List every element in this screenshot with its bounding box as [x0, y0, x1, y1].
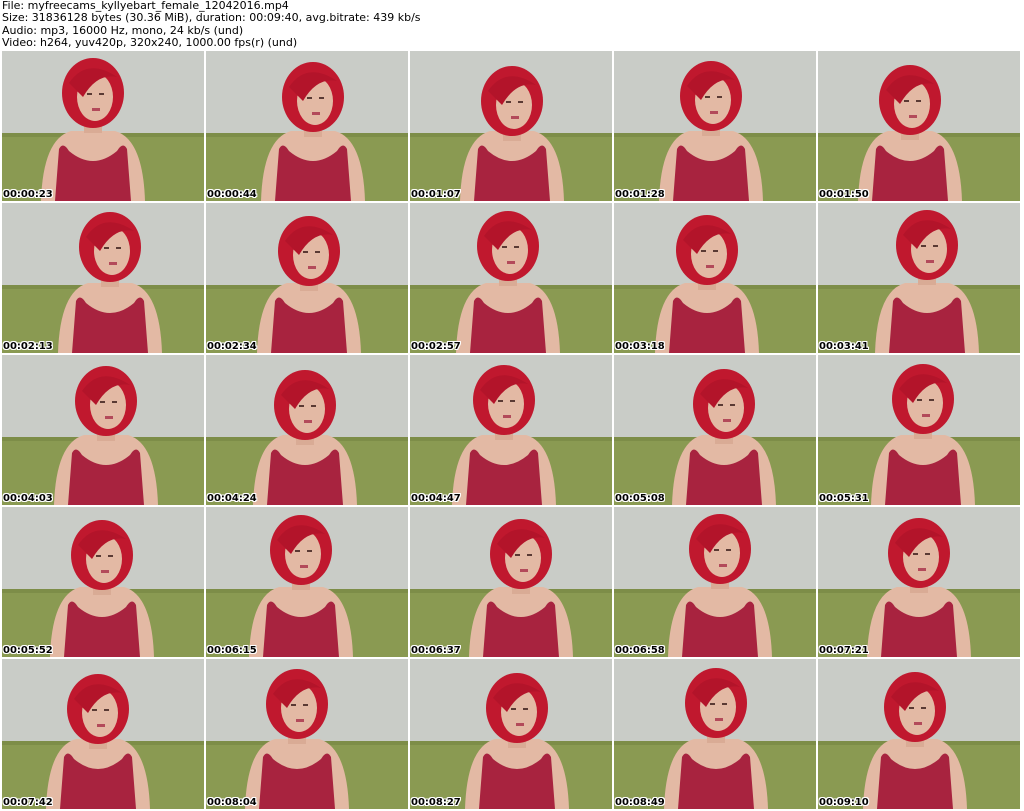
timestamp-label: 00:05:31 — [819, 493, 869, 504]
video-thumbnail: 00:02:34 — [206, 203, 408, 353]
timestamp-label: 00:02:34 — [207, 341, 257, 352]
video-thumbnail: 00:08:49 — [614, 659, 816, 809]
timestamp-label: 00:07:21 — [819, 645, 869, 656]
timestamp-label: 00:07:42 — [3, 797, 53, 808]
timestamp-label: 00:06:58 — [615, 645, 665, 656]
timestamp-label: 00:06:37 — [411, 645, 461, 656]
video-info-line: Video: h264, yuv420p, 320x240, 1000.00 f… — [2, 36, 298, 50]
frame-image — [410, 507, 612, 657]
frame-image — [818, 355, 1020, 505]
video-thumbnail: 00:01:07 — [410, 51, 612, 201]
video-thumbnail: 00:03:18 — [614, 203, 816, 353]
frame-image — [206, 51, 408, 201]
timestamp-label: 00:00:44 — [207, 189, 257, 200]
timestamp-label: 00:02:13 — [3, 341, 53, 352]
frame-image — [2, 355, 204, 505]
video-thumbnail: 00:06:58 — [614, 507, 816, 657]
video-thumbnail: 00:04:03 — [2, 355, 204, 505]
video-thumbnail: 00:05:08 — [614, 355, 816, 505]
timestamp-label: 00:03:41 — [819, 341, 869, 352]
timestamp-label: 00:04:24 — [207, 493, 257, 504]
timestamp-label: 00:09:10 — [819, 797, 869, 808]
video-thumbnail: 00:07:42 — [2, 659, 204, 809]
file-size-line: Size: 31836128 bytes (30.36 MiB), durati… — [2, 11, 421, 25]
video-thumbnail: 00:05:31 — [818, 355, 1020, 505]
frame-image — [2, 659, 204, 809]
timestamp-label: 00:03:18 — [615, 341, 665, 352]
frame-image — [410, 51, 612, 201]
frame-image — [614, 203, 816, 353]
frame-image — [206, 659, 408, 809]
video-thumbnail: 00:04:24 — [206, 355, 408, 505]
video-thumbnail: 00:01:28 — [614, 51, 816, 201]
frame-image — [818, 507, 1020, 657]
video-thumbnail: 00:00:23 — [2, 51, 204, 201]
frame-image — [614, 355, 816, 505]
frame-image — [2, 203, 204, 353]
frame-image — [2, 51, 204, 201]
frame-image — [614, 51, 816, 201]
video-thumbnail: 00:09:10 — [818, 659, 1020, 809]
frame-image — [818, 659, 1020, 809]
video-thumbnail: 00:01:50 — [818, 51, 1020, 201]
timestamp-label: 00:01:28 — [615, 189, 665, 200]
frame-image — [2, 507, 204, 657]
video-thumbnail: 00:07:21 — [818, 507, 1020, 657]
frame-image — [818, 51, 1020, 201]
frame-image — [614, 507, 816, 657]
frame-image — [206, 203, 408, 353]
video-thumbnail: 00:08:27 — [410, 659, 612, 809]
timestamp-label: 00:08:27 — [411, 797, 461, 808]
timestamp-label: 00:01:07 — [411, 189, 461, 200]
timestamp-label: 00:06:15 — [207, 645, 257, 656]
frame-image — [410, 659, 612, 809]
timestamp-label: 00:05:08 — [615, 493, 665, 504]
video-thumbnail: 00:03:41 — [818, 203, 1020, 353]
frame-image — [614, 659, 816, 809]
video-thumbnail: 00:08:04 — [206, 659, 408, 809]
timestamp-label: 00:02:57 — [411, 341, 461, 352]
timestamp-label: 00:08:04 — [207, 797, 257, 808]
timestamp-label: 00:01:50 — [819, 189, 869, 200]
video-thumbnail: 00:02:57 — [410, 203, 612, 353]
frame-image — [206, 507, 408, 657]
frame-image — [410, 203, 612, 353]
video-thumbnail: 00:00:44 — [206, 51, 408, 201]
thumbnail-grid: 00:00:23 00:00:44 00:01:07 00:01:28 00:01:50… — [2, 51, 1022, 810]
timestamp-label: 00:00:23 — [3, 189, 53, 200]
frame-image — [410, 355, 612, 505]
timestamp-label: 00:08:49 — [615, 797, 665, 808]
frame-image — [818, 203, 1020, 353]
video-thumbnail: 00:05:52 — [2, 507, 204, 657]
timestamp-label: 00:05:52 — [3, 645, 53, 656]
timestamp-label: 00:04:03 — [3, 493, 53, 504]
file-info-header: File: myfreecams_kyllyebart_female_12042… — [2, 0, 1022, 50]
video-thumbnail: 00:06:15 — [206, 507, 408, 657]
video-thumbnail: 00:06:37 — [410, 507, 612, 657]
timestamp-label: 00:04:47 — [411, 493, 461, 504]
video-thumbnail: 00:04:47 — [410, 355, 612, 505]
video-thumbnail: 00:02:13 — [2, 203, 204, 353]
frame-image — [206, 355, 408, 505]
